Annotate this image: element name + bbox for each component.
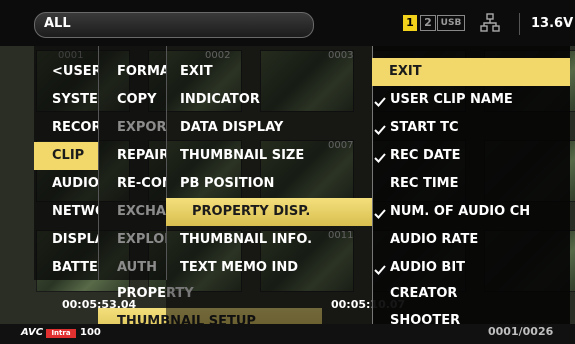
battery-voltage: 13.6V: [531, 16, 574, 31]
menu4-item-creator[interactable]: CREATOR: [390, 286, 566, 301]
menu1-item-display[interactable]: DISPLAY: [52, 232, 98, 247]
check-icon: [374, 125, 386, 135]
menu1-item-system[interactable]: SYSTEM: [52, 92, 98, 107]
codec-bitrate: 100: [80, 327, 101, 338]
mode-pill: [34, 12, 314, 38]
slot2-indicator: 2: [420, 15, 436, 31]
menu1-item-user[interactable]: <USER: [52, 64, 98, 79]
menu2-item-exchange[interactable]: EXCHANGE: [117, 204, 166, 219]
menu3-item-thumbnail-size[interactable]: THUMBNAIL SIZE: [180, 148, 360, 163]
menu-level3-panel: [166, 46, 372, 336]
menu2-item-auth[interactable]: AUTH: [117, 260, 166, 275]
check-icon: [374, 265, 386, 275]
menu3-item-property-disp[interactable]: PROPERTY DISP.: [166, 198, 372, 226]
menu4-item-rec-date[interactable]: REC DATE: [390, 148, 566, 163]
check-icon: [374, 97, 386, 107]
menu1-item-recording[interactable]: RECORDING: [52, 120, 98, 135]
menu4-item-rec-time[interactable]: REC TIME: [390, 176, 566, 191]
menu4-item-start-tc[interactable]: START TC: [390, 120, 566, 135]
menu1-item-battery[interactable]: BATTERY: [52, 260, 98, 275]
network-icon: [480, 13, 500, 32]
menu4-item-audio-bit[interactable]: AUDIO BIT: [390, 260, 566, 275]
menu1-item-network[interactable]: NETWORK: [52, 204, 98, 219]
clip-counter: 0001/0026: [488, 325, 554, 338]
usb-indicator: USB: [437, 15, 465, 31]
menu2-item-format[interactable]: FORMAT: [117, 64, 166, 79]
menu2-item-export[interactable]: EXPORT: [117, 120, 166, 135]
thumbnail-timecode: 00:05:53.04: [62, 298, 137, 311]
menu3-item-data-display[interactable]: DATA DISPLAY: [180, 120, 360, 135]
check-icon: [374, 209, 386, 219]
menu4-item-exit[interactable]: EXIT: [372, 58, 570, 86]
menu4-item-num-audio-ch[interactable]: NUM. OF AUDIO CH: [390, 204, 566, 219]
codec-badge: Intra: [46, 329, 76, 338]
menu-divider: [98, 46, 99, 280]
menu2-item-explore[interactable]: EXPLORE: [117, 232, 166, 247]
menu3-item-thumbnail-info[interactable]: THUMBNAIL INFO.: [180, 232, 360, 247]
menu4-item-audio-rate[interactable]: AUDIO RATE: [390, 232, 566, 247]
menu2-item-reconnect[interactable]: RE-CONNECT: [117, 176, 166, 191]
menu1-item-audio[interactable]: AUDIO: [52, 176, 98, 191]
menu-divider: [372, 46, 373, 336]
codec-prefix: AVC: [21, 327, 44, 338]
menu3-item-exit[interactable]: EXIT: [180, 64, 360, 79]
menu1-item-clip[interactable]: CLIP: [34, 142, 98, 170]
slot1-indicator: 1: [403, 15, 417, 31]
menu-divider: [166, 46, 167, 280]
menu2-item-copy[interactable]: COPY: [117, 92, 166, 107]
status-divider: [519, 13, 520, 35]
menu4-item-user-clip-name[interactable]: USER CLIP NAME: [390, 92, 566, 107]
menu3-item-text-memo-ind[interactable]: TEXT MEMO IND: [180, 260, 360, 275]
check-icon: [374, 153, 386, 163]
menu3-item-pb-position[interactable]: PB POSITION: [180, 176, 360, 191]
menu3-item-indicator[interactable]: INDICATOR: [180, 92, 360, 107]
mode-label: ALL: [44, 16, 71, 31]
menu2-item-repair[interactable]: REPAIR: [117, 148, 166, 163]
